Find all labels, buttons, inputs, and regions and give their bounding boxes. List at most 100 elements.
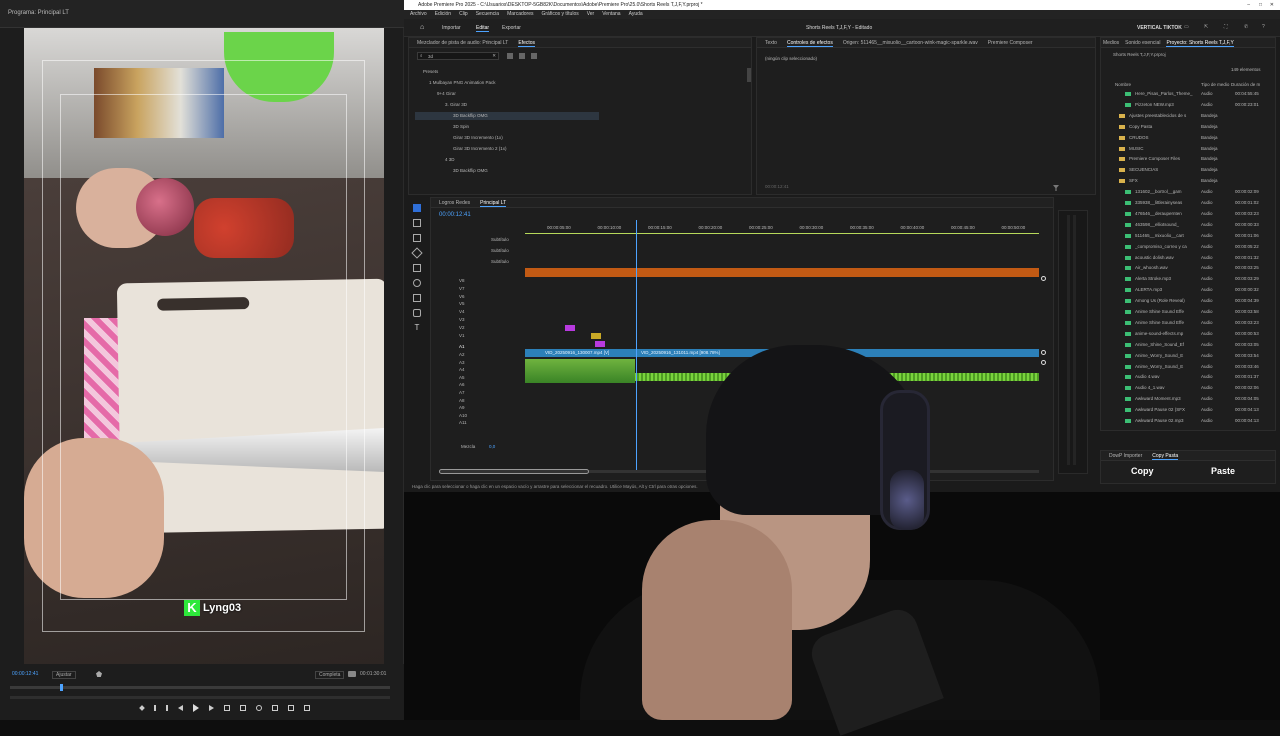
project-item[interactable]: acoustic dolish.wav Audio 00:00:01:32 bbox=[1101, 254, 1271, 262]
project-item[interactable]: Ajustes preestablecidos de s Bandeja bbox=[1101, 112, 1271, 120]
project-item[interactable]: 511465__mixuolio__cart Audio 00:00:01:06 bbox=[1101, 232, 1271, 240]
play-icon[interactable] bbox=[193, 704, 199, 712]
yellow-clip[interactable] bbox=[591, 333, 601, 339]
mark-in-icon[interactable] bbox=[154, 705, 156, 711]
project-item[interactable]: Pizzeton NEW.mp3 Audio 00:00:23:01 bbox=[1101, 101, 1271, 109]
project-item[interactable]: anime-sound-effects.mp Audio 00:00:00:53 bbox=[1101, 330, 1271, 338]
project-item[interactable]: SFX Bandeja bbox=[1101, 177, 1271, 185]
quick-export-icon[interactable]: ⇱ bbox=[1204, 24, 1208, 30]
fullscreen-icon[interactable]: ⛶ bbox=[1224, 24, 1228, 30]
timeline-ruler[interactable]: 00:00:05:00 00:00:10:00 00:00:15:00 00:00:2… bbox=[525, 220, 1039, 234]
overwrite-icon[interactable] bbox=[240, 705, 246, 711]
menu-ver[interactable]: Ver bbox=[587, 10, 595, 19]
tab-premiere-composer[interactable]: Premiere Composer bbox=[988, 38, 1033, 47]
subtitle-track-label[interactable]: Subtítulo bbox=[491, 258, 509, 266]
minimize-icon[interactable]: – bbox=[1247, 0, 1250, 10]
tab-dowp-importer[interactable]: DowP Importer bbox=[1109, 451, 1142, 460]
rectangle-tool-icon[interactable] bbox=[413, 294, 421, 302]
project-item[interactable]: Anime_Worry_Sound_E Audio 00:00:03:54 bbox=[1101, 352, 1271, 360]
project-item[interactable]: Audio 4.wav Audio 00:00:01:37 bbox=[1101, 373, 1271, 381]
help-icon[interactable]: ? bbox=[1262, 24, 1265, 30]
effects-search-input[interactable]: ⌕ 3d ✕ bbox=[417, 52, 499, 60]
settings-icon[interactable] bbox=[96, 671, 102, 677]
clear-search-icon[interactable]: ✕ bbox=[492, 53, 496, 59]
purple-clip[interactable] bbox=[565, 325, 575, 331]
video-track-label[interactable]: V2 bbox=[459, 324, 465, 332]
project-item[interactable]: CRUDOS Bandeja bbox=[1101, 134, 1271, 142]
menu-edicion[interactable]: Edición bbox=[435, 10, 451, 19]
col-type[interactable]: Tipo de medio bbox=[1201, 82, 1229, 87]
project-item[interactable]: Awkward Pause 02 (SFX Audio 00:00:04:13 bbox=[1101, 406, 1271, 414]
tree-girar-3d[interactable]: 3. Girar 3D bbox=[445, 101, 467, 109]
timeline-playhead[interactable] bbox=[636, 220, 637, 470]
video-track-label[interactable]: V8 bbox=[459, 277, 465, 285]
menu-archivo[interactable]: Archivo bbox=[410, 10, 427, 19]
tree-girar-incremento-2[interactable]: Girar 3D Incremento 2 (1x) bbox=[453, 145, 507, 153]
32bit-filter-icon[interactable] bbox=[519, 53, 525, 59]
project-item[interactable]: 463598__elliotsound_ Audio 00:00:00:33 bbox=[1101, 221, 1271, 229]
monitor-playhead[interactable] bbox=[60, 684, 63, 691]
program-monitor-tab[interactable]: Programa: Principal LT bbox=[0, 0, 404, 28]
tree-animation-pack[interactable]: 1 Mulbayan PNG Animation Pack bbox=[429, 79, 496, 87]
monitor-zoom-bar[interactable] bbox=[10, 696, 390, 699]
subtitle-track-label[interactable]: Subtítulo bbox=[491, 247, 509, 255]
project-item[interactable]: Premiere Composer Files Bandeja bbox=[1101, 155, 1271, 163]
tab-export[interactable]: Exportar bbox=[502, 25, 521, 31]
project-item[interactable]: SECUENCIAS Bandeja bbox=[1101, 166, 1271, 174]
workspace-name[interactable]: VERTICAL TIKTOK bbox=[1137, 25, 1182, 31]
insert-icon[interactable] bbox=[224, 705, 230, 711]
tab-effects[interactable]: Efectos bbox=[518, 38, 536, 47]
project-item[interactable]: Anime Shine Sound Effe Audio 00:00:03:58 bbox=[1101, 308, 1271, 316]
purple-clip-2[interactable] bbox=[595, 341, 605, 347]
type-tool-icon[interactable]: T bbox=[413, 324, 421, 332]
menu-ventana[interactable]: Ventana bbox=[602, 10, 620, 19]
tab-import[interactable]: Importar bbox=[442, 25, 461, 31]
tab-copy-pasta[interactable]: Copy Pasta bbox=[1152, 451, 1179, 460]
tree-girar[interactable]: 9+4 Girar bbox=[437, 90, 456, 98]
audio-track-label[interactable]: A11 bbox=[459, 419, 467, 427]
video-track-label[interactable]: V5 bbox=[459, 300, 465, 308]
yuv-filter-icon[interactable] bbox=[531, 53, 537, 59]
project-item[interactable]: Here_Pisas_Parlos_Theme_ Audio 00:04:55:45 bbox=[1101, 90, 1271, 98]
slip-tool-icon[interactable] bbox=[413, 264, 421, 272]
tab-media[interactable]: Medios bbox=[1103, 38, 1119, 47]
tree-3d-spin[interactable]: 3D Spin bbox=[453, 123, 469, 131]
project-item[interactable]: _compromiso_correo y ca Audio 00:00:05:22 bbox=[1101, 243, 1271, 251]
monitor-timecode[interactable]: 00:00:12:41 bbox=[12, 671, 38, 677]
menu-graficos[interactable]: Gráficos y títulos bbox=[541, 10, 578, 19]
tab-source[interactable]: Origen: 511465__mixuolio__cartoon-wink-m… bbox=[843, 38, 978, 47]
tab-audio-mixer[interactable]: Mezclador de pista de audio: Principal L… bbox=[417, 38, 508, 47]
accelerated-filter-icon[interactable] bbox=[507, 53, 513, 59]
vr-icon[interactable] bbox=[288, 705, 294, 711]
button-editor-icon[interactable] bbox=[304, 705, 310, 711]
quality-dropdown[interactable]: Completa bbox=[315, 671, 345, 679]
close-icon[interactable]: ✕ bbox=[1270, 0, 1274, 10]
tab-essential-sound[interactable]: Sonido esencial bbox=[1125, 38, 1160, 47]
project-item[interactable]: Awkward Moment.mp3 Audio 00:00:04:05 bbox=[1101, 395, 1271, 403]
subtitle-track-label[interactable]: Subtítulo bbox=[491, 236, 509, 244]
step-back-icon[interactable] bbox=[178, 705, 183, 711]
project-item[interactable]: 335938__littlerainyseas Audio 00:00:01:02 bbox=[1101, 199, 1271, 207]
audio-clip-a1[interactable] bbox=[525, 359, 635, 383]
menu-marcadores[interactable]: Marcadores bbox=[507, 10, 533, 19]
project-item[interactable]: Among Us (Role Reveal) Audio 00:00:04:39 bbox=[1101, 297, 1271, 305]
menu-clip[interactable]: Clip bbox=[459, 10, 468, 19]
razor-tool-icon[interactable] bbox=[411, 247, 423, 259]
tree-4-3d[interactable]: 4 3D bbox=[445, 156, 455, 164]
project-item[interactable]: MUSIC Bandeja bbox=[1101, 145, 1271, 153]
timeline-timecode[interactable]: 00:00:12:41 bbox=[439, 212, 471, 218]
wrench-icon[interactable] bbox=[348, 671, 356, 677]
workspaces-icon[interactable]: ▭ bbox=[1184, 24, 1189, 30]
maximize-icon[interactable]: □ bbox=[1259, 0, 1262, 10]
video-track-label[interactable]: V1 bbox=[459, 332, 465, 340]
project-item[interactable]: Alerta Stroke.mp3 Audio 00:00:03:29 bbox=[1101, 275, 1271, 283]
add-marker-icon[interactable] bbox=[139, 705, 145, 711]
ripple-edit-icon[interactable] bbox=[413, 234, 421, 242]
timeline-scroll-thumb[interactable] bbox=[439, 469, 589, 474]
comparison-icon[interactable] bbox=[272, 705, 278, 711]
project-item[interactable]: Anime_Shine_Sound_Ef Audio 00:00:03:05 bbox=[1101, 341, 1271, 349]
step-forward-icon[interactable] bbox=[209, 705, 214, 711]
tree-presets[interactable]: Presets bbox=[423, 68, 438, 76]
copy-button[interactable]: Copy bbox=[1131, 466, 1154, 476]
monitor-scrub-bar[interactable] bbox=[10, 686, 390, 689]
